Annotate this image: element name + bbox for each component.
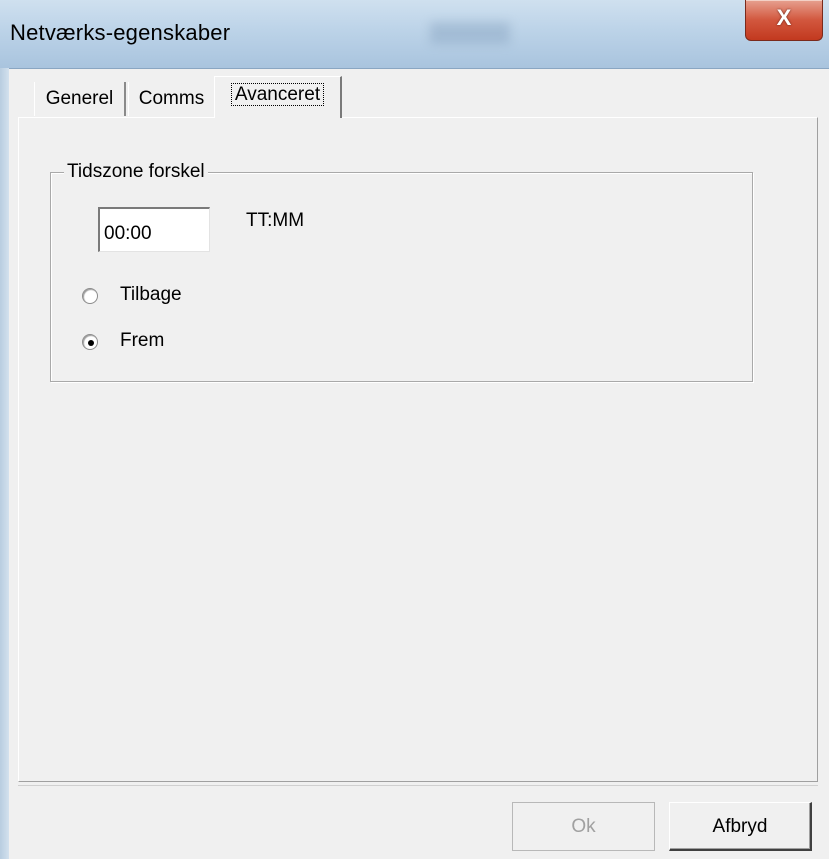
radio-dot-icon	[88, 340, 94, 346]
tab-avanceret-label: Avanceret	[230, 83, 325, 106]
radio-unchecked-icon[interactable]	[82, 288, 98, 304]
radio-checked-icon[interactable]	[82, 334, 98, 350]
window-title: Netværks-egenskaber	[10, 20, 231, 45]
window-frame-left	[0, 68, 9, 859]
tab-comms-label: Comms	[138, 88, 205, 109]
title-bar[interactable]: Netværks-egenskaber X	[0, 0, 829, 69]
tab-generel-label: Generel	[45, 88, 114, 109]
close-button[interactable]: X	[745, 0, 823, 41]
tab-generel[interactable]: Generel	[34, 82, 126, 116]
radio-frem-label: Frem	[120, 330, 165, 351]
timezone-format-label: TT:MM	[246, 210, 305, 231]
title-bar-blur	[430, 22, 510, 44]
ok-button[interactable]: Ok	[512, 802, 655, 851]
close-icon: X	[776, 5, 792, 30]
tab-comms[interactable]: Comms	[128, 82, 216, 116]
timezone-group-legend: Tidszone forskel	[64, 161, 208, 183]
network-properties-dialog: Netværks-egenskaber X Generel Comms Avan…	[0, 0, 829, 859]
tab-avanceret[interactable]: Avanceret	[214, 76, 342, 118]
radio-tilbage-label: Tilbage	[120, 284, 182, 305]
radio-tilbage[interactable]: Tilbage	[82, 284, 212, 310]
cancel-button[interactable]: Afbryd	[669, 802, 812, 851]
button-separator	[18, 785, 818, 786]
radio-frem[interactable]: Frem	[82, 330, 192, 356]
timezone-offset-input[interactable]	[98, 207, 210, 252]
